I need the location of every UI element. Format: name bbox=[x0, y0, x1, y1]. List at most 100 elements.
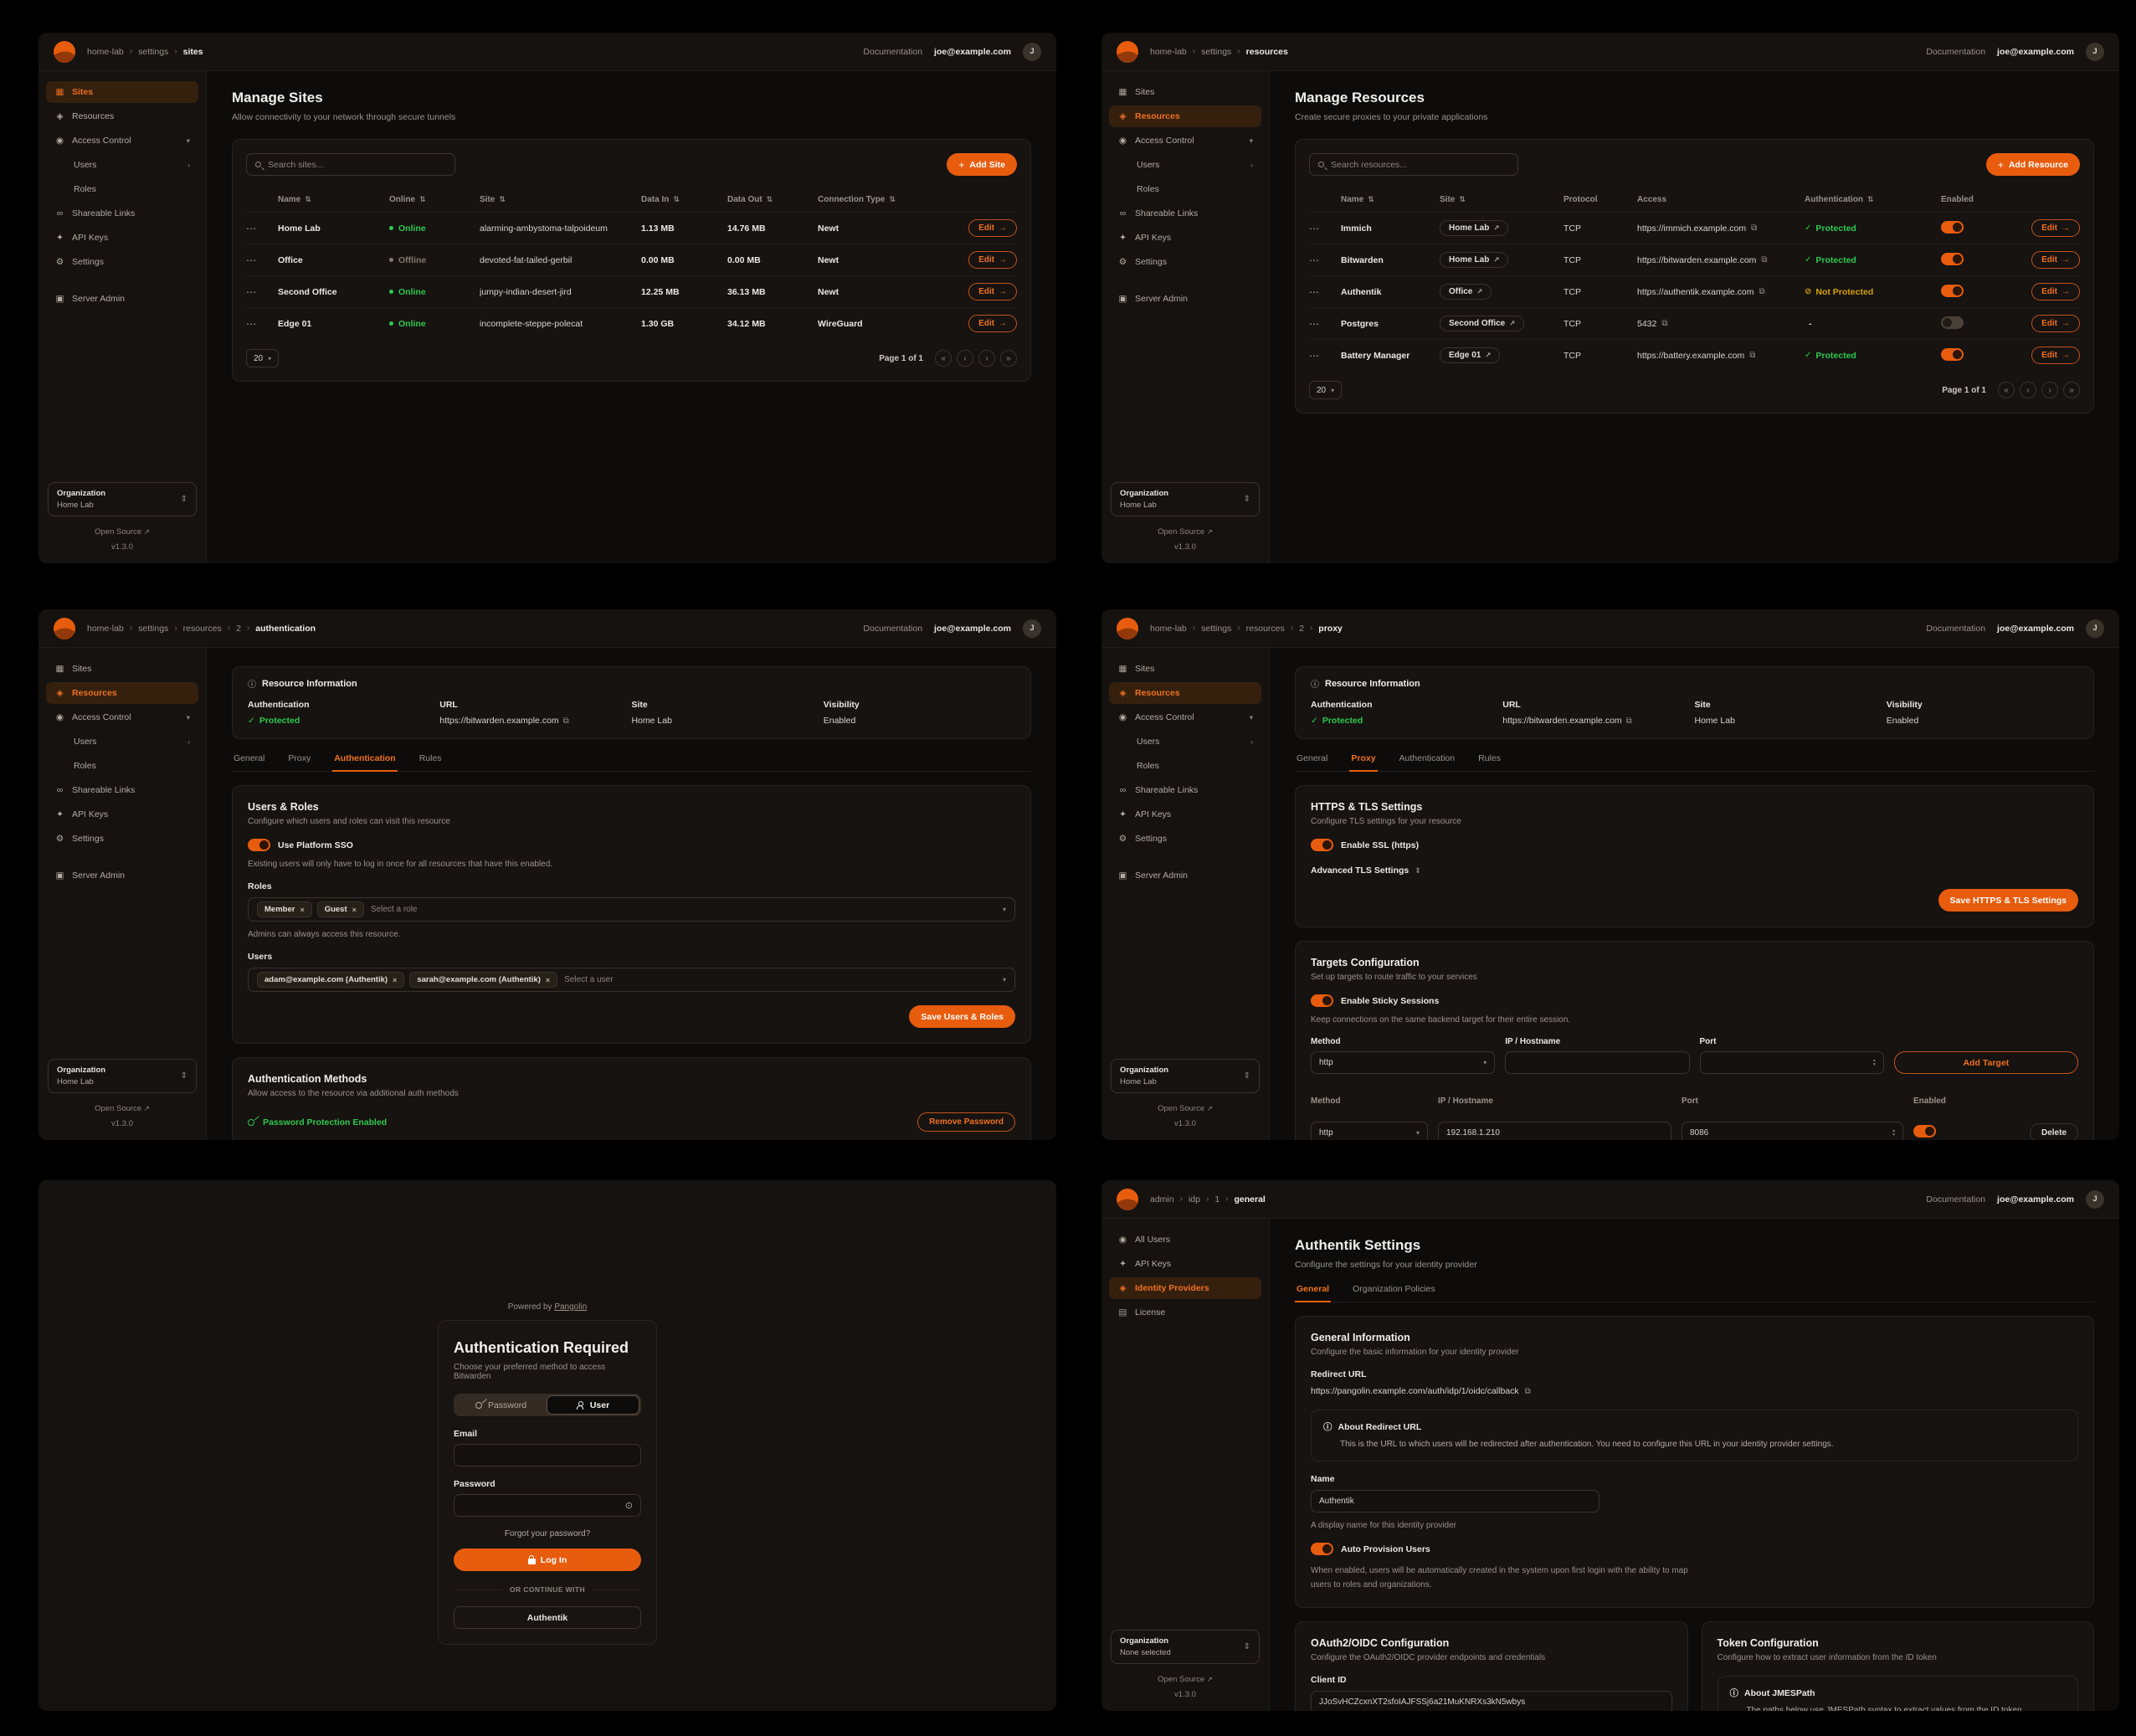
row-menu-icon[interactable]: ⋯ bbox=[1309, 350, 1334, 362]
breadcrumb-item[interactable]: home-lab bbox=[87, 47, 124, 57]
row-menu-icon[interactable]: ⋯ bbox=[246, 254, 271, 266]
breadcrumb-item[interactable]: 2 bbox=[1299, 624, 1304, 634]
first-page-button[interactable]: « bbox=[935, 350, 952, 367]
email-field[interactable] bbox=[454, 1444, 641, 1466]
edit-button[interactable]: Edit→ bbox=[968, 219, 1017, 237]
sidebar-item[interactable]: ⚙ Settings bbox=[46, 828, 198, 850]
copy-icon[interactable]: ⧉ bbox=[1761, 255, 1767, 265]
user-email[interactable]: joe@example.com bbox=[1997, 47, 2074, 57]
sidebar-item[interactable]: ◈ Resources bbox=[1109, 105, 1261, 127]
site-link[interactable]: Home Lab↗ bbox=[1440, 252, 1508, 268]
breadcrumb-item[interactable]: 2 bbox=[236, 624, 241, 634]
pangolin-logo[interactable] bbox=[1117, 41, 1138, 63]
stepper-icon[interactable] bbox=[1873, 1059, 1876, 1066]
column-header[interactable]: Protocol bbox=[1563, 195, 1630, 204]
sidebar-item[interactable]: Roles bbox=[1109, 178, 1261, 200]
sidebar-item[interactable]: Users › bbox=[46, 154, 198, 176]
row-menu-icon[interactable]: ⋯ bbox=[246, 223, 271, 234]
sidebar-item[interactable]: ▦ Sites bbox=[46, 658, 198, 680]
auth-method-tab[interactable]: User bbox=[547, 1395, 639, 1415]
site-link[interactable]: Office↗ bbox=[1440, 284, 1492, 300]
site-link[interactable]: Second Office↗ bbox=[1440, 316, 1524, 331]
table-row[interactable]: ⋯ Immich Home Lab↗ TCP https://immich.ex… bbox=[1309, 212, 2080, 244]
sidebar-item[interactable]: ✦ API Keys bbox=[46, 227, 198, 249]
method-select[interactable]: http▾ bbox=[1311, 1051, 1495, 1074]
tab[interactable]: Organization Policies bbox=[1351, 1284, 1437, 1302]
user-email[interactable]: joe@example.com bbox=[1997, 1194, 2074, 1204]
sidebar-item[interactable]: Roles bbox=[46, 755, 198, 777]
auth-method-tab[interactable]: Password bbox=[455, 1395, 547, 1415]
sidebar-item[interactable]: ◉ Access Control ▾ bbox=[46, 130, 198, 152]
sidebar-item[interactable]: ∞ Shareable Links bbox=[46, 779, 198, 801]
organization-selector[interactable]: OrganizationHome Lab ⇕ bbox=[1111, 482, 1260, 516]
pangolin-logo[interactable] bbox=[54, 41, 75, 63]
edit-button[interactable]: Edit→ bbox=[2031, 219, 2080, 237]
pangolin-logo[interactable] bbox=[54, 618, 75, 639]
sidebar-item[interactable]: ◉ Access Control ▾ bbox=[46, 706, 198, 728]
copy-icon[interactable]: ⧉ bbox=[1661, 319, 1667, 328]
organization-selector[interactable]: OrganizationNone selected ⇕ bbox=[1111, 1630, 1260, 1664]
roles-multiselect[interactable]: Member×Guest× Select a role ▾ bbox=[248, 897, 1015, 922]
sidebar-item[interactable]: ◈ Resources bbox=[46, 682, 198, 704]
tab[interactable]: General bbox=[1295, 1284, 1331, 1302]
ip-input[interactable] bbox=[1505, 1051, 1689, 1074]
auto-provision-toggle[interactable] bbox=[1311, 1543, 1333, 1555]
breadcrumb-item[interactable]: resources bbox=[1246, 624, 1285, 634]
open-source-link[interactable]: Open Source ↗ bbox=[1111, 527, 1260, 537]
table-row[interactable]: ⋯ Home Lab Online alarming-ambystoma-tal… bbox=[246, 212, 1017, 244]
last-page-button[interactable]: » bbox=[1000, 350, 1017, 367]
site-link[interactable]: Edge 01↗ bbox=[1440, 347, 1500, 363]
column-header[interactable]: Online⇅ bbox=[389, 195, 473, 204]
avatar[interactable]: J bbox=[2086, 1190, 2104, 1209]
edit-button[interactable]: Edit→ bbox=[2031, 283, 2080, 300]
organization-selector[interactable]: OrganizationHome Lab ⇕ bbox=[48, 482, 197, 516]
sidebar-item[interactable]: ✦ API Keys bbox=[1109, 1253, 1261, 1275]
breadcrumb-item[interactable]: sites bbox=[183, 47, 203, 57]
page-size-select[interactable]: 20▾ bbox=[1309, 381, 1342, 399]
site-link[interactable]: Home Lab↗ bbox=[1440, 220, 1508, 236]
sidebar-item[interactable]: Users › bbox=[1109, 731, 1261, 752]
sidebar-item[interactable]: ▣ Server Admin bbox=[46, 865, 198, 886]
sidebar-item[interactable]: ▦ Sites bbox=[1109, 81, 1261, 103]
advanced-tls-expander[interactable]: Advanced TLS Settings⇕ bbox=[1311, 865, 2078, 876]
enabled-toggle[interactable] bbox=[1941, 253, 1964, 265]
sidebar-item[interactable]: ◈ Identity Providers bbox=[1109, 1277, 1261, 1299]
edit-button[interactable]: Edit→ bbox=[2031, 347, 2080, 364]
table-row[interactable]: ⋯ Office Offline devoted-fat-tailed-gerb… bbox=[246, 244, 1017, 275]
sidebar-item[interactable]: ▦ Sites bbox=[46, 81, 198, 103]
breadcrumb-item[interactable]: settings bbox=[138, 624, 168, 634]
breadcrumb-item[interactable]: 1 bbox=[1214, 1194, 1219, 1204]
sidebar-item[interactable]: ▣ Server Admin bbox=[1109, 865, 1261, 886]
avatar[interactable]: J bbox=[1023, 43, 1041, 61]
sidebar-item[interactable]: ◈ Resources bbox=[1109, 682, 1261, 704]
forgot-password-link[interactable]: Forgot your password? bbox=[454, 1529, 641, 1538]
breadcrumb-item[interactable]: home-lab bbox=[1150, 624, 1187, 634]
avatar[interactable]: J bbox=[2086, 619, 2104, 638]
edit-button[interactable]: Edit→ bbox=[968, 315, 1017, 332]
open-source-link[interactable]: Open Source ↗ bbox=[1111, 1675, 1260, 1684]
add-site-button[interactable]: +Add Site bbox=[947, 153, 1017, 176]
user-chip[interactable]: sarah@example.com (Authentik)× bbox=[409, 972, 557, 988]
sidebar-item[interactable]: ⚙ Settings bbox=[46, 251, 198, 273]
breadcrumb-item[interactable]: admin bbox=[1150, 1194, 1174, 1204]
next-page-button[interactable]: › bbox=[978, 350, 995, 367]
column-header[interactable]: Enabled bbox=[1941, 195, 2008, 204]
table-row[interactable]: ⋯ Second Office Online jumpy-indian-dese… bbox=[246, 275, 1017, 307]
sticky-sessions-toggle[interactable] bbox=[1311, 994, 1333, 1007]
breadcrumb-item[interactable]: general bbox=[1235, 1194, 1266, 1204]
sidebar-item[interactable]: Roles bbox=[46, 178, 198, 200]
copy-icon[interactable]: ⧉ bbox=[1759, 287, 1765, 296]
table-row[interactable]: ⋯ Bitwarden Home Lab↗ TCP https://bitwar… bbox=[1309, 244, 2080, 275]
enabled-toggle[interactable] bbox=[1941, 285, 1964, 297]
eye-icon[interactable]: ⊙ bbox=[625, 1500, 633, 1511]
breadcrumb-item[interactable]: settings bbox=[1201, 47, 1231, 57]
sidebar-item[interactable]: ⚙ Settings bbox=[1109, 251, 1261, 273]
tab[interactable]: General bbox=[1295, 753, 1329, 771]
port-input[interactable] bbox=[1700, 1051, 1884, 1074]
sidebar-item[interactable]: ▣ Server Admin bbox=[1109, 288, 1261, 310]
row-menu-icon[interactable]: ⋯ bbox=[1309, 286, 1334, 298]
user-chip[interactable]: adam@example.com (Authentik)× bbox=[257, 972, 404, 988]
documentation-link[interactable]: Documentation bbox=[863, 47, 922, 57]
column-header[interactable]: Site⇅ bbox=[480, 195, 634, 204]
sidebar-item[interactable]: ▣ Server Admin bbox=[46, 288, 198, 310]
